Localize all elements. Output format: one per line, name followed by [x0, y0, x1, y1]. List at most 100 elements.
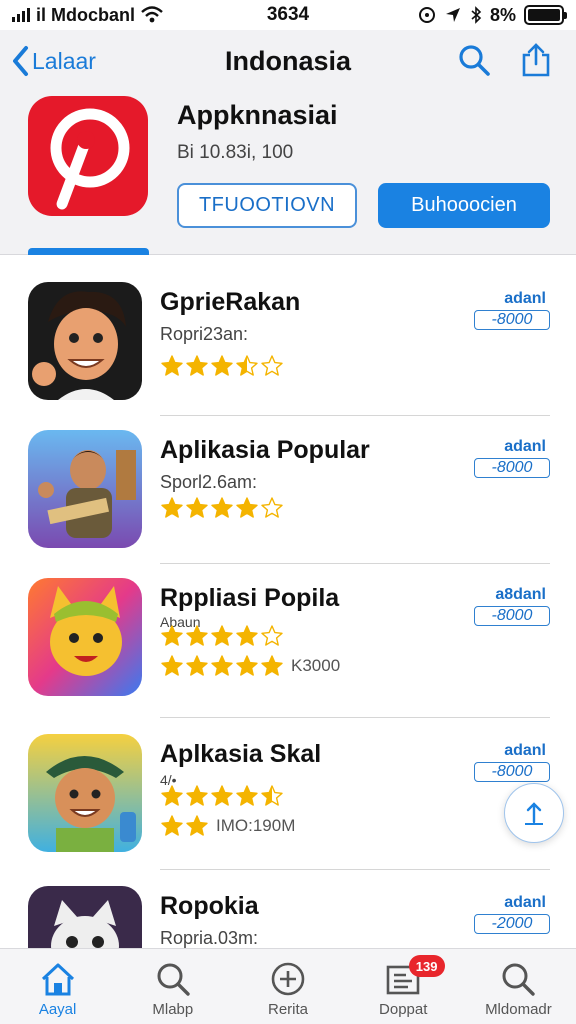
price-value: -8000 — [474, 762, 550, 782]
add-circle-icon — [271, 962, 305, 996]
secondary-rating: IMO:190M — [160, 814, 295, 838]
price-value: -8000 — [474, 310, 550, 330]
star-icon — [261, 785, 283, 806]
tab-label: Doppat — [379, 1001, 428, 1018]
star-icon — [236, 655, 258, 676]
list-item[interactable]: GprieRakan Ropri23an: adanl -8000 — [0, 266, 576, 416]
app-subtitle: Sporl2.6am: — [160, 472, 258, 492]
battery-percent: 8% — [489, 4, 516, 25]
list-item[interactable]: Aplikasia Popular Sporl2.6am: adanl -800… — [0, 414, 576, 564]
share-icon[interactable] — [518, 42, 554, 78]
floating-action-button[interactable] — [504, 783, 564, 843]
app-name: Aplkasia Skal — [160, 740, 322, 768]
app-name: Rppliasi Popila — [160, 584, 340, 612]
app-header: Lalaar Indonasia Appknnasiai Bi 10.83i, … — [0, 30, 576, 255]
nav-bar: Lalaar Indonasia — [0, 42, 576, 82]
bluetooth-icon — [471, 6, 482, 24]
featured-app-icon[interactable] — [28, 96, 148, 216]
tab-home[interactable]: Aayal — [0, 949, 115, 1024]
star-icon — [161, 497, 183, 518]
tab-label: Rerita — [268, 1001, 309, 1018]
star-icon — [236, 785, 258, 806]
app-name: Ropokia — [160, 892, 259, 920]
price-button[interactable]: a8danl -8000 — [474, 586, 550, 626]
tab-add[interactable]: Rerita — [230, 949, 345, 1024]
rating-stars — [160, 496, 284, 520]
app-icon[interactable] — [28, 282, 142, 400]
active-tab-indicator — [28, 248, 149, 255]
rating-stars — [160, 624, 284, 648]
star-icon — [261, 355, 283, 376]
star-icon — [161, 815, 183, 836]
rating-stars — [160, 354, 284, 378]
star-icon — [211, 497, 233, 518]
star-icon — [186, 655, 208, 676]
app-icon[interactable] — [28, 734, 142, 852]
app-name: GprieRakan — [160, 288, 301, 316]
price-label: adanl — [504, 894, 546, 911]
star-icon — [186, 785, 208, 806]
star-icon — [261, 497, 283, 518]
cartoon-character-icon — [28, 282, 142, 400]
star-icon — [161, 625, 183, 646]
price-button[interactable]: adanl -8000 — [474, 438, 550, 478]
home-icon — [41, 963, 74, 996]
star-icon — [186, 625, 208, 646]
back-label: Lalaar — [32, 47, 96, 74]
search-icon[interactable] — [456, 42, 492, 78]
star-icon — [161, 355, 183, 376]
wifi-icon — [141, 6, 163, 23]
app-subtitle: Ropria.03m: — [160, 928, 259, 948]
price-button[interactable]: adanl -2000 — [474, 894, 550, 934]
app-subtitle: Ropri23an: — [160, 324, 249, 344]
featured-app-subtitle: Bi 10.83i, 100 — [177, 142, 294, 163]
rating-text: K3000 — [291, 656, 341, 675]
outline-action-button[interactable]: TFUOOTIOVN — [177, 183, 357, 228]
star-icon — [211, 785, 233, 806]
star-icon — [211, 655, 233, 676]
star-icon — [236, 625, 258, 646]
tab-label: Mldomadr — [485, 1001, 552, 1018]
tab-label: Mlabp — [152, 1001, 194, 1018]
price-label: adanl — [504, 438, 546, 455]
featured-app-name: Appknnasiai — [177, 100, 338, 130]
rating-stars — [160, 784, 284, 808]
tab-search[interactable]: Mlabp — [115, 949, 230, 1024]
list-item[interactable]: Aplkasia Skal 4/• IMO:190M adanl -8000 — [0, 718, 576, 870]
star-icon — [186, 815, 208, 836]
battery-icon — [524, 5, 567, 25]
price-label: adanl — [504, 742, 546, 759]
price-value: -2000 — [474, 914, 550, 934]
status-bar: il Mdocbanl 3634 8% — [0, 0, 576, 30]
scroll-to-top-icon — [525, 802, 543, 825]
tab-more[interactable]: Mldomadr — [461, 949, 576, 1024]
star-icon — [261, 625, 283, 646]
star-icon — [161, 785, 183, 806]
star-icon — [261, 655, 283, 676]
price-label: a8danl — [495, 586, 546, 603]
price-value: -8000 — [474, 606, 550, 626]
secondary-rating: K3000 — [160, 654, 340, 678]
star-icon — [211, 625, 233, 646]
tab-updates[interactable]: Doppat 139 — [346, 949, 461, 1024]
price-button[interactable]: adanl -8000 — [474, 290, 550, 330]
carrier-label: il Mdocbanl — [36, 4, 135, 25]
fox-character-icon — [28, 578, 142, 696]
price-button[interactable]: adanl -8000 — [474, 742, 550, 782]
star-icon — [186, 497, 208, 518]
chevron-left-icon — [13, 46, 28, 76]
list-item[interactable]: Rppliasi Popila Abaun K3000 a8danl -8000 — [0, 562, 576, 718]
search-icon — [502, 963, 536, 996]
tab-bar: Aayal Mlabp Rerita Doppat 139 Mldomadr — [0, 948, 576, 1024]
star-icon — [161, 655, 183, 676]
rating-text: IMO:190M — [216, 816, 296, 835]
app-icon[interactable] — [28, 430, 142, 548]
app-name: Aplikasia Popular — [160, 436, 370, 464]
primary-action-button[interactable]: Buhooocien — [378, 183, 550, 228]
location-icon — [445, 8, 460, 22]
star-icon — [186, 355, 208, 376]
adventure-character-icon — [28, 430, 142, 548]
back-button[interactable]: Lalaar — [10, 44, 96, 78]
adventurer-character-icon — [28, 734, 142, 852]
app-icon[interactable] — [28, 578, 142, 696]
